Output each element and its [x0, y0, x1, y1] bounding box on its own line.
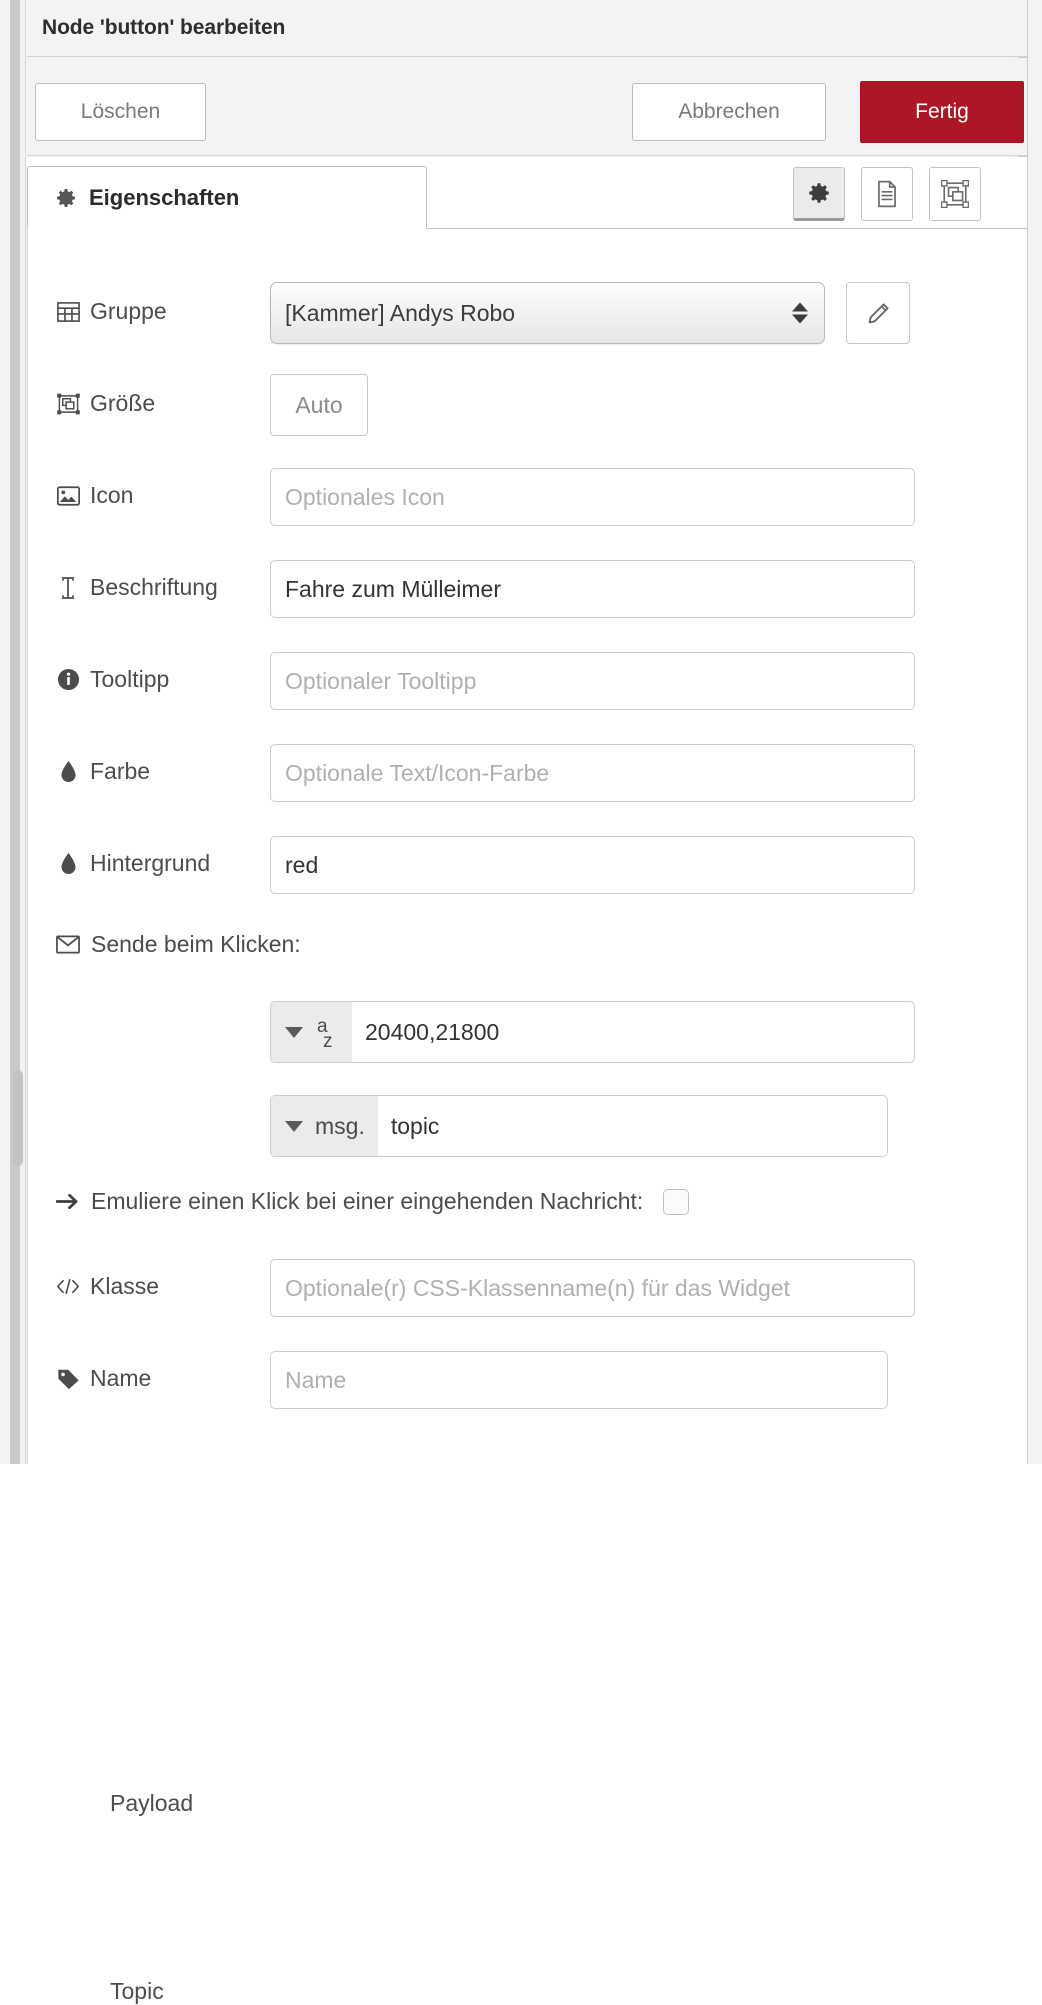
emulate-click-checkbox[interactable] — [663, 1189, 689, 1215]
payload-type-select[interactable]: az — [271, 1002, 352, 1062]
tab-strip: Eigenschaften — [27, 157, 1027, 229]
droplet-icon — [56, 852, 80, 876]
chevron-updown-icon — [792, 303, 808, 324]
emulate-click-label: Emuliere einen Klick bei einer eingehend… — [91, 1188, 643, 1215]
dialog-left-edge — [10, 0, 20, 1464]
row-payload: Payload az 20400,21800 — [28, 1001, 1027, 1063]
label-background: Hintergrund — [56, 850, 210, 877]
label-color-text: Farbe — [90, 758, 150, 785]
droplet-icon — [56, 760, 80, 784]
topic-type-prefix: msg. — [315, 1113, 365, 1140]
topic-typed-input[interactable]: msg. topic — [270, 1095, 888, 1157]
label-group-text: Gruppe — [90, 298, 167, 325]
label-name: Name — [56, 1365, 151, 1392]
label-name-text: Name — [90, 1365, 151, 1392]
row-css-class: Klasse — [28, 1259, 1027, 1317]
section-send-on-click-text: Sende beim Klicken: — [91, 931, 301, 958]
label-beschriftung-text: Beschriftung — [90, 574, 218, 601]
label-size-text: Größe — [90, 390, 155, 417]
label-css-class-text: Klasse — [90, 1273, 159, 1300]
done-button[interactable]: Fertig — [860, 81, 1024, 143]
row-topic: Topic msg. topic — [28, 1095, 1027, 1157]
table-icon — [56, 300, 80, 324]
dialog-titlebar: Node 'button' bearbeiten — [27, 0, 1027, 57]
topic-value[interactable]: topic — [378, 1096, 887, 1156]
document-icon — [874, 180, 900, 208]
image-icon — [56, 484, 80, 508]
group-select[interactable]: [Kammer] Andys Robo — [270, 282, 825, 344]
label-tooltip: Tooltipp — [56, 666, 169, 693]
info-circle-icon — [56, 668, 80, 692]
row-name: Name — [28, 1351, 1027, 1409]
tab-icon-description[interactable] — [861, 167, 913, 221]
node-edit-dialog: Node 'button' bearbeiten Löschen Abbrech… — [0, 0, 1042, 1464]
label-css-class: Klasse — [56, 1273, 159, 1300]
gear-icon — [54, 186, 78, 210]
row-color: Farbe — [28, 744, 1027, 802]
payload-typed-input[interactable]: az 20400,21800 — [270, 1001, 915, 1063]
icon-input[interactable] — [270, 468, 915, 526]
chevron-down-icon — [285, 1027, 303, 1038]
i-beam-icon — [56, 576, 80, 600]
label-beschriftung: Beschriftung — [56, 574, 218, 601]
row-size: Größe Auto — [28, 374, 1027, 436]
delete-button[interactable]: Löschen — [35, 83, 206, 141]
row-emulate-click: Emuliere einen Klick bei einer eingehend… — [56, 1188, 689, 1215]
beschriftung-input[interactable] — [270, 560, 915, 618]
dialog-action-bar: Löschen Abbrechen Fertig — [27, 58, 1027, 156]
appearance-icon — [941, 180, 969, 208]
label-group: Gruppe — [56, 298, 167, 325]
label-icon-text: Icon — [90, 482, 133, 509]
properties-form: Gruppe [Kammer] Andys Robo — [27, 229, 1027, 1464]
pencil-icon — [865, 300, 892, 327]
background-input[interactable] — [270, 836, 915, 894]
tooltip-input[interactable] — [270, 652, 915, 710]
left-scrollbar-thumb[interactable] — [13, 1070, 23, 1166]
row-icon: Icon — [28, 468, 1027, 526]
row-tooltip: Tooltipp — [28, 652, 1027, 710]
page-title: Node 'button' bearbeiten — [42, 16, 285, 40]
cancel-button[interactable]: Abbrechen — [632, 83, 826, 141]
string-type-icon: az — [315, 1017, 339, 1047]
tag-icon — [56, 1367, 80, 1391]
arrow-right-icon — [56, 1190, 80, 1214]
tab-properties[interactable]: Eigenschaften — [27, 166, 427, 229]
envelope-icon — [56, 933, 80, 957]
edit-group-button[interactable] — [846, 282, 910, 344]
left-scrollbar-track[interactable] — [10, 0, 26, 1464]
size-auto-button[interactable]: Auto — [270, 374, 368, 436]
code-icon — [56, 1275, 80, 1299]
label-size: Größe — [56, 390, 155, 417]
tab-icon-properties[interactable] — [793, 167, 845, 221]
label-tooltip-text: Tooltipp — [90, 666, 169, 693]
name-input[interactable] — [270, 1351, 888, 1409]
tab-icon-appearance[interactable] — [929, 167, 981, 221]
section-send-on-click: Sende beim Klicken: — [56, 931, 301, 958]
label-background-text: Hintergrund — [90, 850, 210, 877]
gear-icon — [806, 180, 832, 206]
row-label-field: Beschriftung — [28, 560, 1027, 618]
object-group-icon — [56, 392, 80, 416]
topic-type-select[interactable]: msg. — [271, 1096, 378, 1156]
chevron-down-icon — [285, 1121, 303, 1132]
css-class-input[interactable] — [270, 1259, 915, 1317]
label-color: Farbe — [56, 758, 150, 785]
label-payload: Payload — [110, 1790, 193, 1817]
tab-properties-label: Eigenschaften — [89, 185, 239, 211]
label-icon: Icon — [56, 482, 133, 509]
color-input[interactable] — [270, 744, 915, 802]
label-topic: Topic — [110, 1978, 164, 2005]
row-background: Hintergrund — [28, 836, 1027, 894]
payload-value[interactable]: 20400,21800 — [352, 1002, 914, 1062]
group-select-value: [Kammer] Andys Robo — [285, 300, 515, 327]
row-group: Gruppe [Kammer] Andys Robo — [28, 282, 1027, 344]
